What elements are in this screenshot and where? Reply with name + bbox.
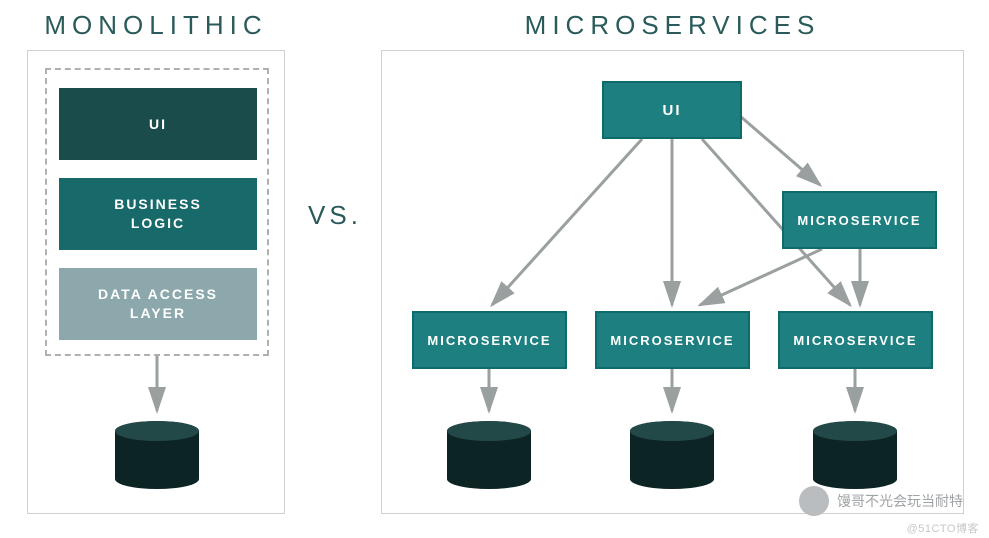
database-icon [112, 421, 202, 491]
heading-microservices: MICROSERVICES [381, 10, 964, 41]
node-microservice-3: MICROSERVICE [778, 311, 933, 369]
panel-microservices: UI MICROSERVICE MICROSERVICE MICROSERVIC… [381, 50, 964, 514]
watermark-text: @51CTO博客 [907, 520, 979, 536]
layer-ui: UI [59, 88, 257, 160]
vs-label: VS. [300, 200, 370, 231]
heading-monolithic: MONOLITHIC [27, 10, 285, 41]
layer-business-logic: BUSINESSLOGIC [59, 178, 257, 250]
panel-monolithic: UI BUSINESSLOGIC DATA ACCESSLAYER [27, 50, 285, 514]
database-icon [627, 421, 717, 491]
node-microservice-2: MICROSERVICE [595, 311, 750, 369]
node-microservice-top-right: MICROSERVICE [782, 191, 937, 249]
database-icon [444, 421, 534, 491]
node-microservice-1: MICROSERVICE [412, 311, 567, 369]
wechat-icon [799, 486, 829, 516]
node-ui: UI [602, 81, 742, 139]
database-icon [810, 421, 900, 491]
monolith-container: UI BUSINESSLOGIC DATA ACCESSLAYER [45, 68, 269, 356]
wechat-caption-text: 馒哥不光会玩当耐特 [837, 491, 963, 511]
wechat-caption: 馒哥不光会玩当耐特 [799, 486, 963, 516]
layer-data-access: DATA ACCESSLAYER [59, 268, 257, 340]
